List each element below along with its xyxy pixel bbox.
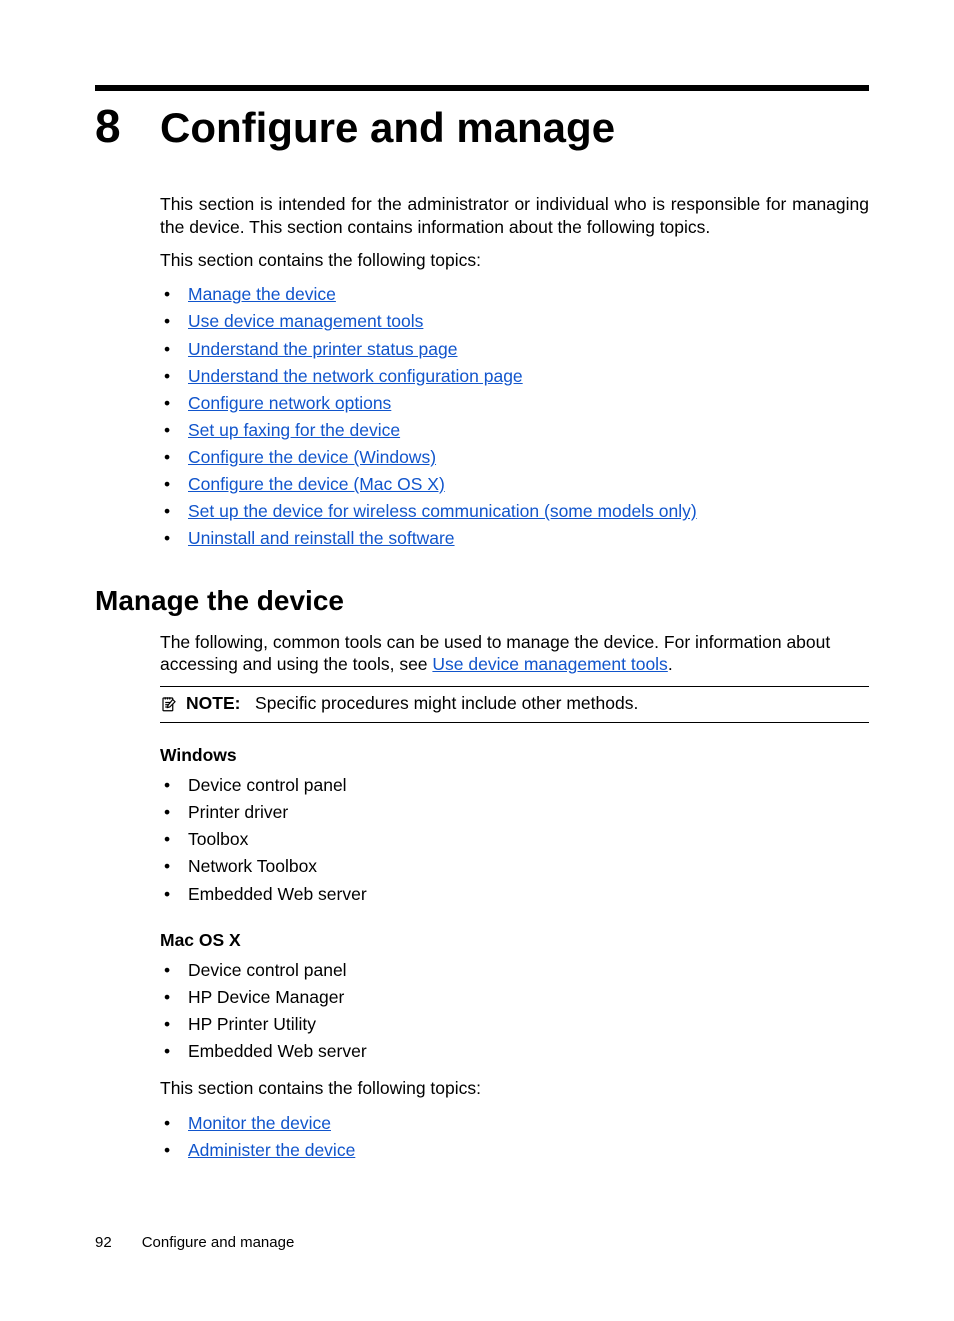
list-item: Embedded Web server: [160, 881, 869, 908]
link-setup-faxing[interactable]: Set up faxing for the device: [188, 420, 400, 440]
manage-device-paragraph: The following, common tools can be used …: [160, 631, 869, 677]
link-use-device-management-tools[interactable]: Use device management tools: [188, 311, 423, 331]
link-configure-device-macosx[interactable]: Configure the device (Mac OS X): [188, 474, 445, 494]
list-item: Device control panel: [160, 772, 869, 799]
intro-paragraph: This section is intended for the adminis…: [160, 193, 869, 239]
note-text: Specific procedures might include other …: [255, 693, 638, 713]
link-administer-device[interactable]: Administer the device: [188, 1140, 355, 1160]
section-heading-manage-device: Manage the device: [95, 585, 869, 617]
list-item: HP Device Manager: [160, 984, 869, 1011]
note-label: NOTE:: [186, 693, 240, 713]
subhead-windows: Windows: [160, 745, 869, 766]
list-item: Printer driver: [160, 799, 869, 826]
topic-link-list: Manage the device Use device management …: [160, 281, 869, 552]
page-number: 92: [95, 1234, 112, 1251]
chapter-number: 8: [95, 99, 160, 153]
list-item: Toolbox: [160, 826, 869, 853]
chapter-title: Configure and manage: [160, 104, 615, 152]
macosx-list: Device control panel HP Device Manager H…: [160, 957, 869, 1066]
list-item: Device control panel: [160, 957, 869, 984]
topics-intro: This section contains the following topi…: [160, 249, 869, 272]
link-understand-network-configuration-page[interactable]: Understand the network configuration pag…: [188, 366, 523, 386]
page-footer: 92 Configure and manage: [95, 1234, 869, 1251]
link-inline-use-device-management-tools[interactable]: Use device management tools: [432, 654, 667, 674]
list-item: Network Toolbox: [160, 853, 869, 880]
subhead-macosx: Mac OS X: [160, 930, 869, 951]
note-icon: [160, 695, 178, 713]
subtopic-link-list: Monitor the device Administer the device: [160, 1110, 869, 1164]
footer-title: Configure and manage: [142, 1234, 295, 1251]
link-configure-device-windows[interactable]: Configure the device (Windows): [188, 447, 436, 467]
subtopics-intro: This section contains the following topi…: [160, 1077, 869, 1100]
windows-list: Device control panel Printer driver Tool…: [160, 772, 869, 908]
list-item: Embedded Web server: [160, 1038, 869, 1065]
list-item: HP Printer Utility: [160, 1011, 869, 1038]
manage-para-post: .: [668, 654, 673, 674]
link-understand-printer-status-page[interactable]: Understand the printer status page: [188, 339, 457, 359]
link-monitor-device[interactable]: Monitor the device: [188, 1113, 331, 1133]
note-box: NOTE: Specific procedures might include …: [160, 686, 869, 723]
link-manage-device[interactable]: Manage the device: [188, 284, 336, 304]
link-setup-wireless[interactable]: Set up the device for wireless communica…: [188, 501, 697, 521]
link-uninstall-reinstall[interactable]: Uninstall and reinstall the software: [188, 528, 455, 548]
link-configure-network-options[interactable]: Configure network options: [188, 393, 391, 413]
